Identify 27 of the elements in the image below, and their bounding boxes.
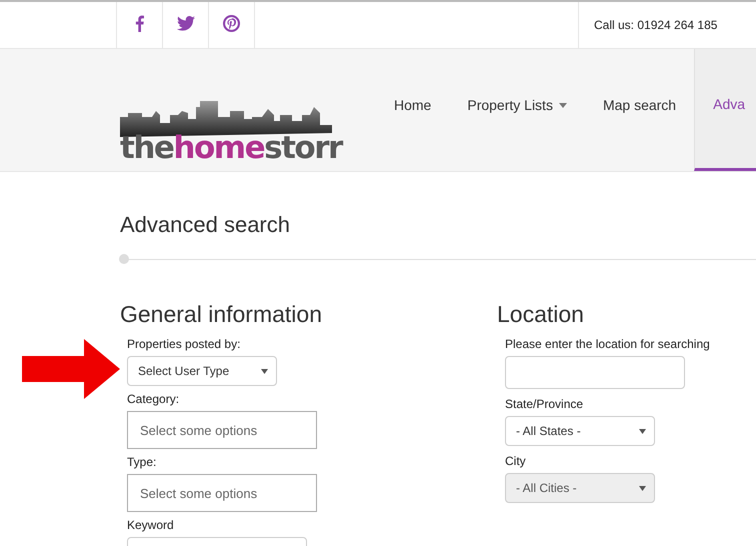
multi-select-field[interactable]: Select some options — [127, 411, 317, 449]
field-label: Type: — [127, 455, 158, 469]
twitter-bird-icon — [176, 16, 194, 30]
section-heading: General information — [120, 300, 323, 328]
field-label: Keyword — [127, 518, 175, 532]
dropdown[interactable]: Select User Type — [127, 356, 277, 386]
pinterest-icon — [223, 14, 240, 32]
field-label: State/Province — [505, 397, 584, 411]
nav-link[interactable]: Map search — [584, 49, 694, 171]
caret-icon — [639, 486, 646, 490]
dropdown[interactable]: - All States - — [505, 416, 655, 446]
nav-link[interactable]: Property Lists — [449, 49, 585, 171]
nav-link[interactable]: Home — [376, 49, 450, 171]
caret-icon — [639, 428, 646, 434]
phone-number: Call us: 01924 264 185 — [578, 2, 756, 48]
field-label: City — [505, 454, 527, 468]
caret-icon — [261, 368, 268, 374]
field-label: Properties posted by: — [127, 337, 242, 351]
logo-wordmark[interactable]: thehomestorr — [120, 133, 354, 163]
input-field[interactable] — [505, 356, 685, 389]
section-heading: Location — [497, 300, 585, 328]
field-label: Category: — [127, 392, 180, 406]
multi-select-field[interactable]: Select some options — [127, 474, 317, 512]
page-title: Advanced search — [120, 212, 291, 238]
nav-link[interactable]: Adva — [694, 49, 756, 171]
facebook-icon — [135, 14, 144, 32]
field-label: Please enter the location for searching — [505, 337, 711, 351]
